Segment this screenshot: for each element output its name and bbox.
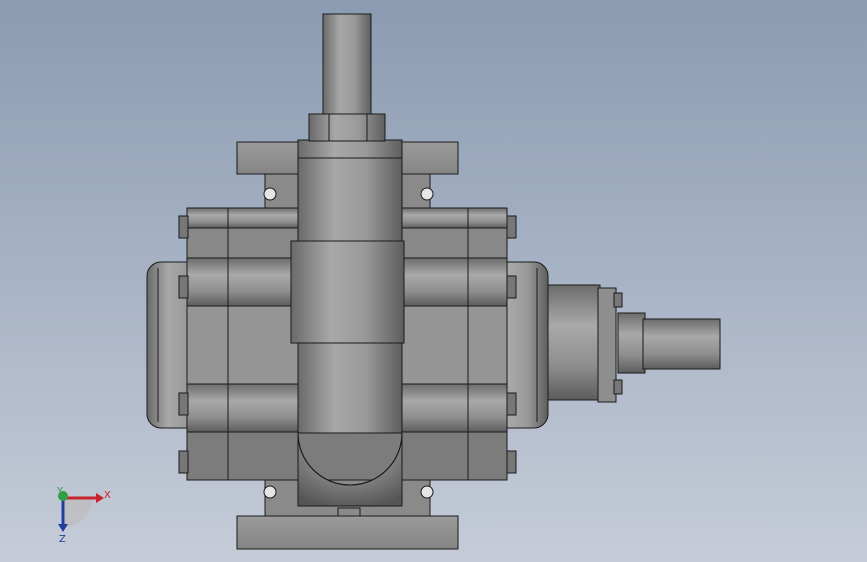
x-axis-arrow <box>96 493 104 503</box>
coordinate-triad: X Y Z <box>56 486 111 545</box>
z-axis-arrow <box>58 524 68 532</box>
triad-sweep-arc <box>63 498 92 527</box>
z-axis-label: Z <box>59 534 66 545</box>
y-axis-label: Y <box>56 486 64 497</box>
x-axis-label: X <box>104 490 111 501</box>
cad-viewport[interactable]: X Y Z <box>0 0 867 562</box>
